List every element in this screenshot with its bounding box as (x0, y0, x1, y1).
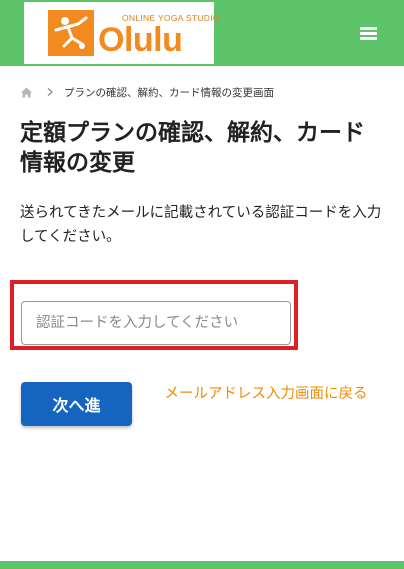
page: ONLINE YOGA STUDIO Olulu プランの確認、解約、カード情報… (0, 0, 404, 569)
site-logo[interactable]: ONLINE YOGA STUDIO Olulu (24, 2, 220, 64)
verification-code-input[interactable] (21, 301, 291, 345)
next-button[interactable]: 次へ進 (21, 382, 132, 426)
back-to-email-link[interactable]: メールアドレス入力画面に戻る (150, 384, 382, 404)
logo-name: Olulu (98, 21, 183, 59)
footer-strip (0, 561, 404, 569)
breadcrumb-current: プランの確認、解約、カード情報の変更画面 (64, 86, 274, 99)
home-icon[interactable] (20, 86, 33, 99)
yoga-figure-icon (48, 10, 94, 56)
site-header: ONLINE YOGA STUDIO Olulu (0, 0, 404, 66)
page-title: 定額プランの確認、解約、カード情報の変更 (20, 120, 365, 176)
chevron-right-icon (45, 87, 55, 97)
instruction-text: 送られてきたメールに記載されている認証コードを入力してください。 (20, 205, 382, 245)
breadcrumb: プランの確認、解約、カード情報の変更画面 (20, 84, 274, 100)
hamburger-menu-icon[interactable] (356, 22, 382, 44)
